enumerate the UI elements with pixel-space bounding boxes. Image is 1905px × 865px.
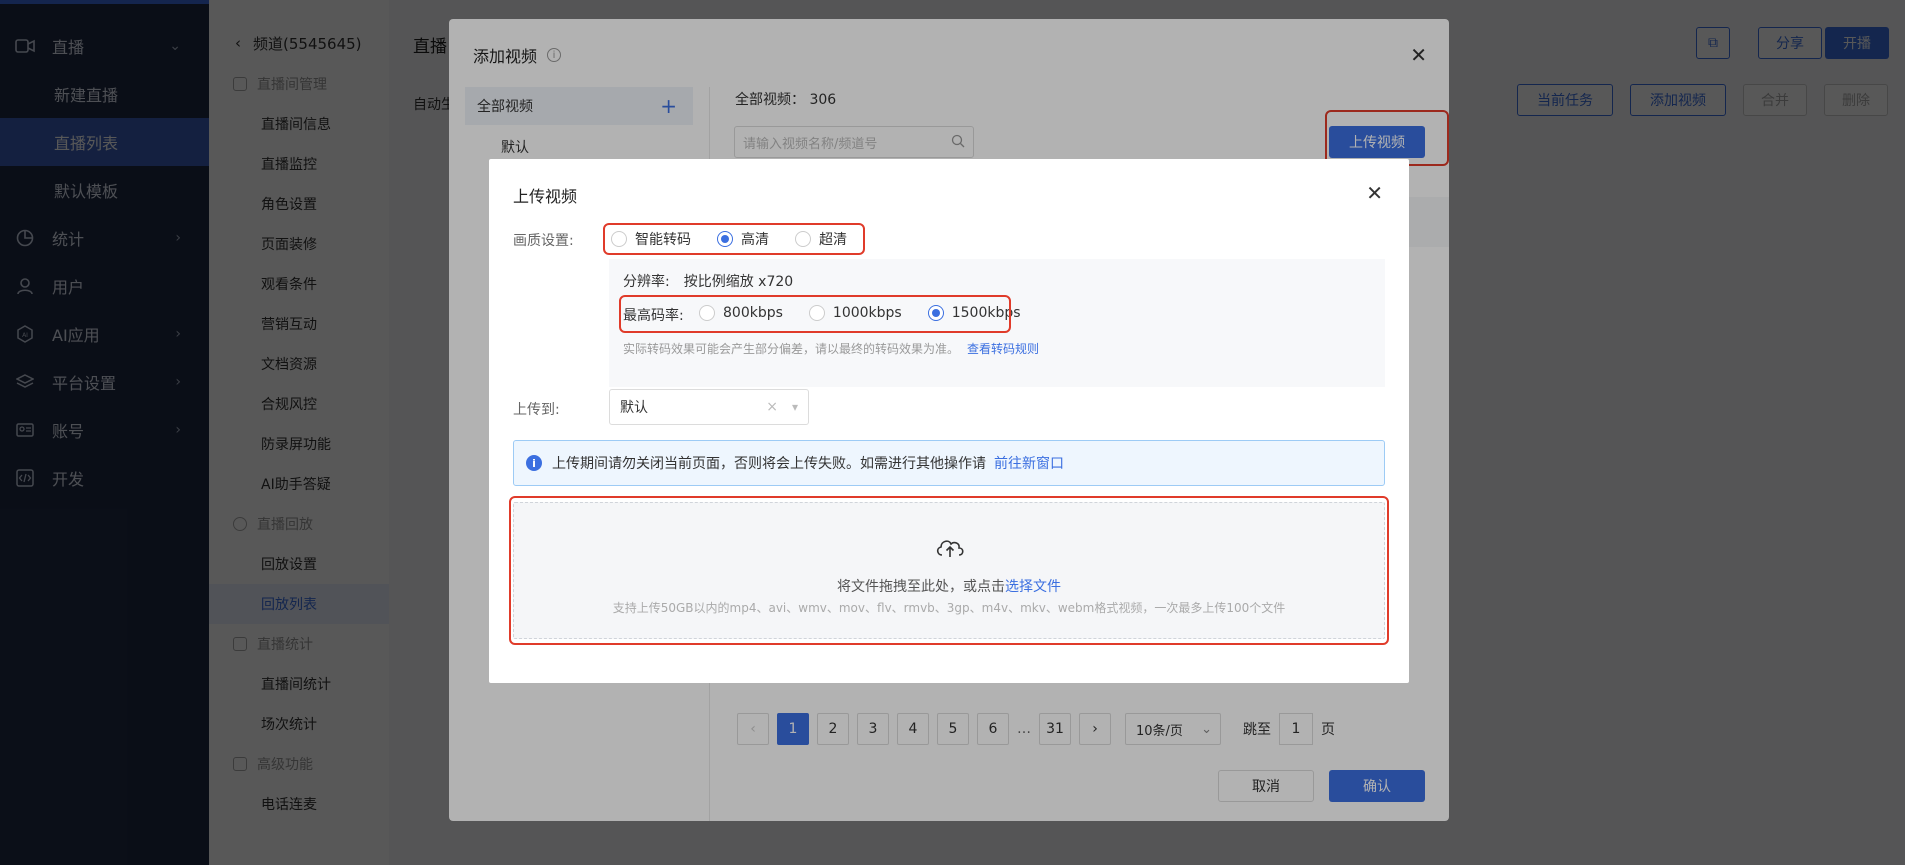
quality-label: 画质设置: bbox=[513, 233, 574, 249]
chevron-down-icon: ▾ bbox=[791, 400, 798, 414]
note-text: 实际转码效果可能会产生部分偏差，请以最终的转码效果为准。 bbox=[623, 342, 960, 356]
upload-modal-title: 上传视频 bbox=[513, 187, 578, 206]
upload-video-modal: 上传视频 ✕ 画质设置: 智能转码 高清 超清 分辨率: 按比例缩放 x720 实… bbox=[489, 159, 1409, 683]
transcode-note: 实际转码效果可能会产生部分偏差，请以最终的转码效果为准。 查看转码规则 bbox=[623, 340, 1039, 357]
highlight-dropzone bbox=[509, 496, 1389, 645]
info-icon: i bbox=[526, 455, 542, 471]
resolution-value: 按比例缩放 x720 bbox=[683, 274, 794, 290]
transcode-rules-link[interactable]: 查看转码规则 bbox=[967, 342, 1039, 356]
highlight-bitrate bbox=[619, 295, 1011, 333]
highlight-quality bbox=[603, 223, 865, 255]
upload-to-label: 上传到: bbox=[513, 402, 560, 418]
upload-tip-alert: i 上传期间请勿关闭当前页面，否则将会上传失败。如需进行其他操作请 前往新窗口 bbox=[513, 440, 1385, 486]
clear-icon[interactable]: × bbox=[766, 399, 778, 415]
close-icon[interactable]: ✕ bbox=[1366, 181, 1383, 205]
resolution-row: 分辨率: 按比例缩放 x720 bbox=[623, 271, 793, 291]
tip-text: 上传期间请勿关闭当前页面，否则将会上传失败。如需进行其他操作请 bbox=[552, 456, 986, 472]
upload-to-value: 默认 bbox=[620, 400, 648, 416]
resolution-label: 分辨率: bbox=[623, 274, 670, 290]
open-new-window-link[interactable]: 前往新窗口 bbox=[994, 453, 1064, 473]
upload-to-select[interactable]: 默认 × ▾ bbox=[609, 389, 809, 425]
